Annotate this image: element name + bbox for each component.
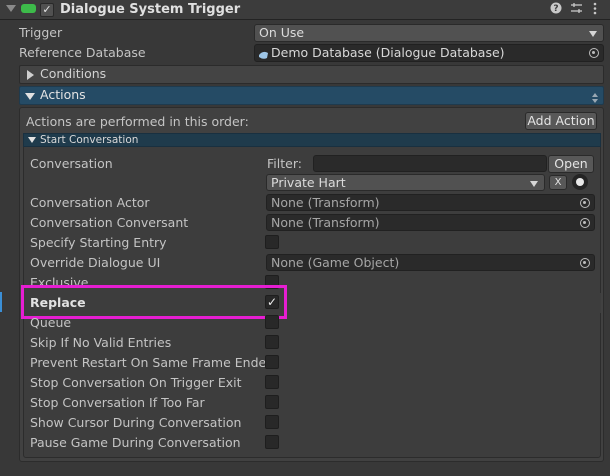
skip-if-no-valid-entries-label: Skip If No Valid Entries bbox=[30, 335, 172, 350]
conditions-label: Conditions bbox=[40, 66, 107, 81]
chevron-down-icon bbox=[589, 31, 597, 37]
conversation-actor-value: None (Transform) bbox=[271, 195, 380, 210]
actions-label: Actions bbox=[40, 87, 86, 102]
reference-database-label: Reference Database bbox=[19, 45, 146, 60]
start-conversation-label: Start Conversation bbox=[40, 134, 139, 146]
object-picker-icon[interactable] bbox=[580, 258, 590, 268]
pause-game-label: Pause Game During Conversation bbox=[30, 435, 241, 450]
object-picker-icon[interactable] bbox=[580, 198, 590, 208]
conversation-conversant-value: None (Transform) bbox=[271, 215, 380, 230]
start-conversation-foldout[interactable]: Start Conversation bbox=[23, 133, 601, 147]
stop-on-trigger-exit-checkbox[interactable] bbox=[265, 375, 279, 389]
prevent-restart-checkbox[interactable] bbox=[265, 355, 279, 369]
conversation-selected-value: Private Hart bbox=[271, 175, 346, 190]
open-conversation-button[interactable]: Open bbox=[548, 155, 594, 173]
conditions-foldout[interactable]: Conditions bbox=[19, 65, 604, 84]
reference-database-field[interactable]: Demo Database (Dialogue Database) bbox=[254, 44, 604, 62]
specify-starting-entry-label: Specify Starting Entry bbox=[30, 235, 167, 250]
component-enabled-checkbox[interactable]: ✓ bbox=[40, 3, 54, 17]
record-button[interactable] bbox=[572, 174, 588, 190]
queue-label: Queue bbox=[30, 315, 72, 330]
clear-conversation-button[interactable]: X bbox=[549, 175, 567, 190]
svg-text:?: ? bbox=[553, 4, 558, 14]
database-icon bbox=[258, 48, 269, 64]
filter-label: Filter: bbox=[267, 156, 302, 171]
override-dialogue-ui-field[interactable]: None (Game Object) bbox=[266, 254, 595, 271]
skip-if-no-valid-entries-checkbox[interactable] bbox=[265, 335, 279, 349]
component-header[interactable]: ✓ Dialogue System Trigger ? bbox=[0, 0, 610, 20]
trigger-value: On Use bbox=[259, 25, 305, 40]
stop-on-trigger-exit-label: Stop Conversation On Trigger Exit bbox=[30, 375, 242, 390]
filter-input[interactable] bbox=[313, 155, 547, 172]
conversation-dropdown[interactable]: Private Hart bbox=[266, 174, 545, 191]
collapse-arrow-icon[interactable] bbox=[6, 5, 16, 12]
specify-starting-entry-checkbox[interactable] bbox=[265, 235, 279, 249]
prevent-restart-label: Prevent Restart On Same Frame Ended bbox=[30, 355, 275, 370]
record-dot-icon bbox=[576, 178, 584, 186]
stop-if-too-far-label: Stop Conversation If Too Far bbox=[30, 395, 205, 410]
conversation-actor-field[interactable]: None (Transform) bbox=[266, 194, 595, 211]
pause-game-checkbox[interactable] bbox=[265, 435, 279, 449]
conversation-actor-label: Conversation Actor bbox=[30, 195, 150, 210]
trigger-label: Trigger bbox=[19, 25, 63, 40]
presets-icon[interactable] bbox=[570, 2, 583, 18]
object-picker-icon[interactable] bbox=[589, 48, 599, 58]
chevron-down-icon bbox=[530, 181, 538, 187]
override-dialogue-ui-value: None (Game Object) bbox=[271, 255, 400, 270]
actions-order-text: Actions are performed in this order: bbox=[26, 114, 249, 129]
highlight-box bbox=[21, 285, 287, 319]
queue-checkbox[interactable] bbox=[265, 315, 279, 329]
stop-if-too-far-checkbox[interactable] bbox=[265, 395, 279, 409]
show-cursor-label: Show Cursor During Conversation bbox=[30, 415, 242, 430]
add-action-button[interactable]: Add Action bbox=[525, 112, 597, 130]
show-cursor-checkbox[interactable] bbox=[265, 415, 279, 429]
override-dialogue-ui-label: Override Dialogue UI bbox=[30, 255, 161, 270]
foldout-arrow-down-icon bbox=[25, 93, 35, 100]
help-icon[interactable]: ? bbox=[550, 2, 562, 17]
scroll-arrows-icon bbox=[592, 91, 598, 107]
trigger-dropdown[interactable]: On Use bbox=[254, 24, 604, 42]
actions-foldout[interactable]: Actions bbox=[19, 86, 604, 105]
conversation-label: Conversation bbox=[30, 156, 113, 171]
object-picker-icon[interactable] bbox=[580, 218, 590, 228]
conversation-conversant-field[interactable]: None (Transform) bbox=[266, 214, 595, 231]
reference-database-value: Demo Database (Dialogue Database) bbox=[271, 45, 505, 60]
selection-indicator bbox=[0, 292, 2, 312]
filter-value bbox=[314, 156, 318, 171]
conversation-conversant-label: Conversation Conversant bbox=[30, 215, 189, 230]
foldout-arrow-right-icon bbox=[27, 70, 34, 80]
foldout-arrow-down-icon bbox=[28, 137, 36, 143]
component-title: Dialogue System Trigger bbox=[60, 2, 241, 17]
component-icon bbox=[21, 4, 36, 13]
context-menu-kebab-icon[interactable] bbox=[592, 2, 598, 18]
